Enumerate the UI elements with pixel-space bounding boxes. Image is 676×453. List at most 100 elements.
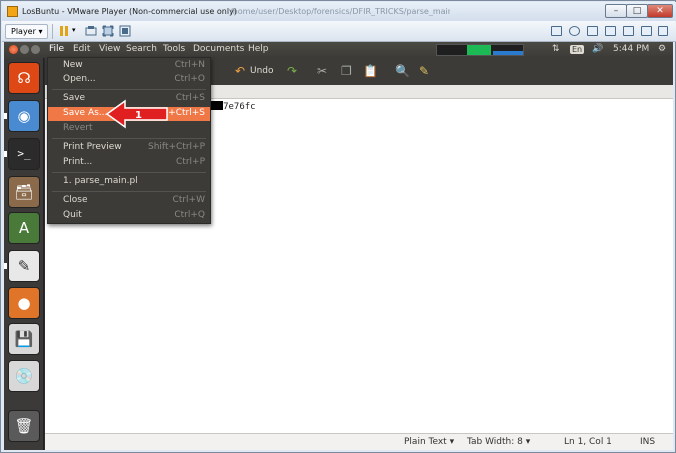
ubuntu-launcher: ☊ ◉ >_ 🗃 A ✎ ● 💾 💿 🗑 [4, 58, 44, 450]
window-path-hint: /home/user/Desktop/forensics/DFIR_TRICKS… [230, 7, 450, 16]
running-indicator [4, 263, 7, 269]
files-launcher[interactable]: 🗃 [8, 176, 40, 208]
network-device-icon[interactable] [569, 26, 580, 36]
chromium-launcher[interactable]: ◉ [8, 100, 40, 132]
dvd-launcher[interactable]: 💿 [8, 360, 40, 392]
trash-icon: 🗑 [14, 417, 34, 435]
toolbar-separator [52, 24, 53, 39]
search-icon[interactable]: 🔍 [395, 63, 410, 79]
menu-item-quit[interactable]: Quit Ctrl+Q [48, 209, 210, 223]
minimize-icon[interactable] [20, 45, 29, 54]
menu-separator [52, 89, 206, 90]
hash-suffix: 7e76fc [223, 102, 256, 112]
terminal-icon: >_ [17, 147, 31, 160]
chevron-down-icon[interactable]: ▾ [72, 25, 84, 37]
syntax-selector[interactable]: Plain Text ▾ [404, 437, 454, 447]
floppy-launcher[interactable]: 💾 [8, 323, 40, 355]
tab-width-label: Tab Width: 8 [467, 437, 523, 447]
vmware-title-bar: LosBuntu - VMware Player (Non-commercial… [2, 2, 676, 21]
guest-screen: File Edit View Search Tools Documents He… [4, 42, 673, 450]
menu-tools[interactable]: Tools [163, 44, 185, 54]
tab-width-selector[interactable]: Tab Width: 8 ▾ [467, 437, 530, 447]
chevron-down-icon: ▾ [525, 437, 531, 447]
terminal-launcher[interactable]: >_ [8, 138, 40, 170]
firefox-launcher[interactable]: ● [8, 287, 40, 319]
text-editor-launcher[interactable]: ✎ [8, 250, 40, 282]
vmware-window: LosBuntu - VMware Player (Non-commercial… [0, 0, 676, 453]
menu-item-open[interactable]: Open... Ctrl+O [48, 73, 210, 87]
cpu-graph [467, 45, 491, 55]
close-icon[interactable] [9, 45, 18, 54]
system-monitor-graph[interactable] [436, 44, 524, 56]
ubuntu-top-panel: File Edit View Search Tools Documents He… [4, 42, 673, 58]
undo-label[interactable]: Undo [250, 66, 274, 76]
floppy-disk-icon: 💾 [14, 330, 34, 348]
keyboard-language-indicator[interactable]: En [570, 45, 585, 54]
clock-time[interactable]: 5:44 PM [613, 44, 649, 54]
fit-guest-icon[interactable] [102, 25, 114, 37]
chromium-icon: ◉ [17, 107, 31, 125]
volume-icon[interactable]: 🔊 [592, 44, 603, 54]
menu-item-close[interactable]: Close Ctrl+W [48, 194, 210, 208]
dvd-icon: 💿 [14, 367, 34, 385]
syntax-label: Plain Text [404, 437, 447, 447]
paste-icon[interactable]: 📋 [363, 63, 378, 79]
left-arrow-icon: 1 [105, 99, 168, 129]
editor-status-bar: Plain Text ▾ Tab Width: 8 ▾ Ln 1, Col 1 … [45, 433, 673, 450]
sound-device-icon[interactable] [641, 26, 652, 36]
menu-documents[interactable]: Documents [193, 44, 244, 54]
disk-device-icon[interactable] [587, 26, 598, 36]
minimize-button[interactable]: – [605, 4, 627, 18]
printer-device-icon[interactable] [551, 26, 562, 36]
chevron-down-icon: ▾ [449, 437, 455, 447]
menu-view[interactable]: View [99, 44, 120, 54]
step-arrow-annotation: 1 [105, 99, 169, 129]
cursor-position: Ln 1, Col 1 [564, 437, 612, 447]
menu-search[interactable]: Search [126, 44, 157, 54]
message-device-icon[interactable] [658, 26, 668, 36]
step-number: 1 [135, 110, 142, 121]
vmware-toolbar: Player ▾ ▾ [2, 21, 676, 42]
undo-icon[interactable]: ↶ [235, 63, 245, 79]
memory-graph [493, 51, 523, 55]
player-menu-button[interactable]: Player ▾ [5, 24, 49, 39]
gear-icon[interactable]: ⚙ [658, 44, 666, 54]
trash-launcher[interactable]: 🗑 [8, 410, 40, 442]
close-window-button[interactable]: ✕ [647, 4, 673, 18]
usb-device-icon[interactable] [605, 26, 616, 36]
cut-icon[interactable]: ✂ [317, 63, 327, 79]
display-device-icon[interactable] [623, 26, 634, 36]
running-indicator [4, 113, 7, 119]
unity-mode-icon[interactable] [119, 25, 131, 37]
running-indicator [4, 151, 7, 157]
replace-icon[interactable]: ✎ [419, 63, 429, 79]
send-ctrl-alt-del-icon[interactable] [85, 25, 97, 37]
menu-help[interactable]: Help [248, 44, 269, 54]
text-editor-icon: ✎ [17, 257, 31, 275]
file-cabinet-icon: 🗃 [14, 183, 34, 201]
insert-mode: INS [640, 437, 656, 447]
menu-item-print-preview[interactable]: Print Preview Shift+Ctrl+P [48, 141, 210, 155]
maximize-icon[interactable] [31, 45, 40, 54]
menu-separator [52, 172, 206, 173]
menu-file[interactable]: File [49, 44, 64, 54]
file-menu-dropdown: New Ctrl+N Open... Ctrl+O Save Ctrl+S Save … [47, 57, 211, 224]
software-center-icon: A [18, 219, 30, 237]
window-title: LosBuntu - VMware Player (Non-commercial… [22, 7, 237, 16]
menu-separator [52, 191, 206, 192]
firefox-icon: ● [17, 294, 31, 312]
menu-item-print[interactable]: Print... Ctrl+P [48, 156, 210, 170]
dash-home-button[interactable]: ☊ [8, 62, 40, 94]
pause-icon[interactable] [58, 25, 70, 37]
menu-item-recent-file[interactable]: 1. parse_main.pl [48, 175, 210, 189]
chevron-down-icon: ▾ [38, 27, 43, 36]
redo-icon[interactable]: ↷ [287, 63, 297, 79]
network-transfer-icon[interactable]: ⇅ [552, 44, 560, 54]
copy-icon[interactable]: ❐ [341, 63, 352, 79]
maximize-button[interactable]: □ [626, 4, 648, 18]
menu-item-new[interactable]: New Ctrl+N [48, 59, 210, 73]
ubuntu-logo-icon: ☊ [17, 69, 31, 87]
menu-edit[interactable]: Edit [73, 44, 90, 54]
menu-separator [52, 138, 206, 139]
software-center-launcher[interactable]: A [8, 212, 40, 244]
